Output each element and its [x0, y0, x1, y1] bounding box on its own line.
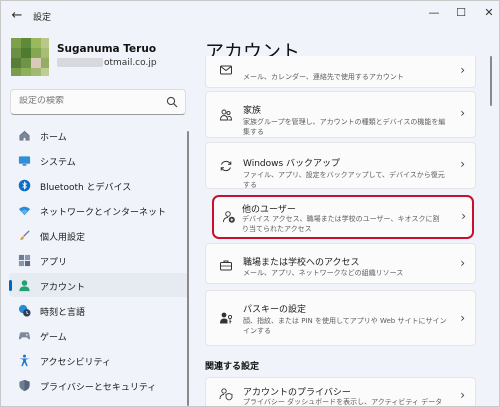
close-button[interactable]: ✕	[471, 3, 499, 23]
apps-icon	[18, 254, 31, 267]
app-title: 設定	[33, 13, 52, 23]
title-bar: ← 設定 — ☐ ✕	[1, 1, 499, 31]
account-privacy-icon	[219, 388, 233, 401]
card-title: パスキーの設定	[243, 305, 307, 315]
sidebar-item-personalization[interactable]: 個人用設定	[9, 223, 189, 247]
card-email-accounts[interactable]: メール、カレンダー、連絡先で使用するアカウント ›	[205, 56, 476, 88]
search-box[interactable]	[10, 89, 186, 115]
sidebar-item-bluetooth[interactable]: Bluetooth とデバイス	[9, 173, 189, 197]
passkey-icon	[220, 312, 233, 324]
active-indicator	[9, 280, 12, 291]
shield-icon	[19, 379, 30, 392]
sidebar-item-system[interactable]: システム	[9, 148, 189, 172]
sidebar-item-gaming[interactable]: ゲーム	[9, 323, 189, 347]
card-windows-backup[interactable]: Windows バックアップ ファイル、アプリ、設定をバックアップして、デバイス…	[205, 142, 476, 189]
search-icon[interactable]	[166, 96, 178, 108]
brush-icon	[20, 230, 30, 241]
card-description: ファイル、アプリ、設定をバックアップして、デバイスから復元する	[243, 171, 445, 189]
card-account-privacy[interactable]: アカウントのプライバシー プライバシー ダッシュボードを表示し、アクティビティ …	[205, 377, 476, 406]
card-title: Windows バックアップ	[243, 159, 341, 169]
main-scrollbar[interactable]	[490, 56, 492, 106]
sidebar-item-apps[interactable]: アプリ	[9, 248, 189, 272]
card-description: デバイス アクセス、職場または学校のユーザー、キオスクに割り当てられたアクセス	[242, 215, 440, 233]
user-name: Suganuma Teruo	[57, 43, 157, 55]
chevron-right-icon: ›	[460, 63, 465, 77]
sidebar-item-privacy-security[interactable]: プライバシーとセキュリティ	[9, 373, 189, 397]
avatar[interactable]	[11, 38, 49, 76]
time-language-icon	[18, 304, 31, 317]
sidebar-item-label: ホーム	[40, 133, 67, 143]
sidebar-item-label: Bluetooth とデバイス	[40, 183, 132, 193]
sidebar-item-label: プライバシーとセキュリティ	[40, 383, 157, 393]
card-title: 家族	[243, 106, 262, 116]
back-arrow-icon[interactable]: ←	[9, 8, 25, 24]
email-redaction	[57, 58, 103, 67]
chevron-right-icon: ›	[460, 256, 465, 270]
system-icon	[18, 156, 31, 166]
card-title: 職場または学校へのアクセス	[243, 258, 360, 268]
card-description: 家族グループを管理し、アカウントの種類とデバイスの機能を編集する	[243, 118, 446, 136]
briefcase-icon	[220, 260, 232, 271]
sidebar-item-label: ゲーム	[40, 333, 67, 343]
bluetooth-icon	[18, 179, 31, 192]
accessibility-icon	[19, 354, 30, 367]
chevron-right-icon: ›	[460, 157, 465, 171]
card-work-school[interactable]: 職場または学校へのアクセス メール、アプリ、ネットワークなどの組織リソース ›	[205, 243, 476, 284]
sidebar-item-label: 時刻と言語	[40, 308, 86, 318]
search-input[interactable]	[19, 96, 159, 106]
backup-icon	[220, 160, 232, 172]
family-icon	[220, 109, 232, 121]
card-family[interactable]: 家族 家族グループを管理し、アカウントの種類とデバイスの機能を編集する ›	[205, 91, 476, 138]
card-description: 顔、指紋、または PIN を使用してアプリや Web サイトにサインインする	[243, 317, 447, 335]
wifi-icon	[18, 206, 31, 216]
sidebar-scrollbar[interactable]	[187, 131, 189, 406]
card-description: プライバシー ダッシュボードを表示し、アクティビティ データを管理する	[243, 398, 443, 406]
user-email: otmail.co.jp	[57, 58, 157, 68]
related-settings-title: 関連する設定	[205, 362, 260, 372]
sidebar-item-label: アプリ	[40, 258, 68, 268]
account-icon	[19, 280, 30, 292]
chevron-right-icon: ›	[460, 311, 465, 325]
sidebar-item-label: ネットワークとインターネット	[40, 208, 167, 218]
home-icon	[19, 130, 30, 141]
user-email-text: otmail.co.jp	[104, 58, 157, 68]
settings-window: ← 設定 — ☐ ✕ Suganuma Teruo otmail.co.jp 設…	[0, 0, 500, 407]
sidebar-item-label: アクセシビリティ	[40, 358, 112, 368]
card-passkey-settings[interactable]: パスキーの設定 顔、指紋、または PIN を使用してアプリや Web サイトにサ…	[205, 290, 476, 346]
sidebar-item-label: システム	[40, 158, 76, 168]
card-description: メール、カレンダー、連絡先で使用するアカウント	[243, 73, 404, 81]
sidebar-nav: ホーム システム Bluetooth とデバイス ネットワークとインターネット	[9, 123, 189, 398]
sidebar-item-time-language[interactable]: 時刻と言語	[9, 298, 189, 322]
chevron-right-icon: ›	[461, 209, 466, 223]
sidebar-item-label: アカウント	[40, 283, 86, 293]
card-description: メール、アプリ、ネットワークなどの組織リソース	[243, 269, 404, 277]
sidebar-item-label: 個人用設定	[40, 233, 86, 243]
sidebar-item-accounts[interactable]: アカウント	[9, 273, 189, 297]
add-user-icon	[223, 211, 235, 223]
game-icon	[18, 332, 31, 340]
sidebar-item-accessibility[interactable]: アクセシビリティ	[9, 348, 189, 372]
sidebar-item-home[interactable]: ホーム	[9, 123, 189, 147]
chevron-right-icon: ›	[460, 388, 465, 402]
card-other-users[interactable]: 他のユーザー デバイス アクセス、職場または学校のユーザー、キオスクに割り当てら…	[212, 195, 474, 239]
mail-icon	[220, 65, 232, 75]
chevron-right-icon: ›	[460, 106, 465, 120]
sidebar-item-network[interactable]: ネットワークとインターネット	[9, 198, 189, 222]
